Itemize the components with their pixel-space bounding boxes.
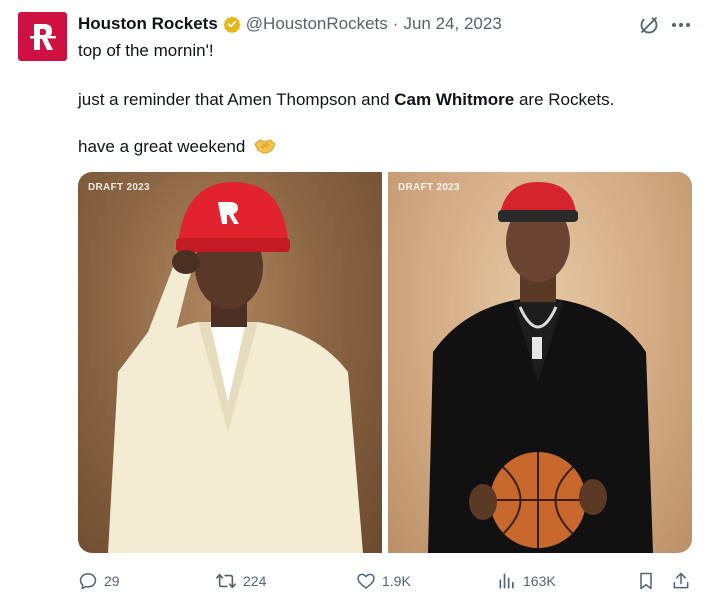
avatar[interactable] [18, 12, 67, 61]
reply-count: 29 [104, 573, 120, 589]
grok-icon[interactable] [638, 14, 660, 36]
tweet-text-bold: Cam Whitmore [394, 90, 515, 109]
draft-logo-label: DRAFT 2023 [398, 182, 460, 193]
like-count: 1.9K [382, 573, 411, 589]
handshake-emoji-icon [254, 137, 276, 161]
repost-count: 224 [243, 573, 267, 589]
rockets-logo-icon [29, 23, 56, 50]
bookmark-button[interactable] [636, 566, 662, 596]
action-bar: 29 224 1.9K 163K [0, 566, 708, 596]
analytics-icon [499, 573, 514, 589]
display-name[interactable]: Houston Rockets [78, 14, 218, 34]
heart-icon [357, 573, 375, 589]
post-date[interactable]: Jun 24, 2023 [403, 14, 501, 34]
handle[interactable]: @HoustonRockets [246, 14, 388, 34]
tweet[interactable]: Houston Rockets @HoustonRockets · Jun 24… [0, 0, 708, 598]
photo-cam-whitmore[interactable]: DRAFT 2023 [388, 172, 692, 553]
player-photo-icon [428, 182, 653, 553]
tweet-text-line-3: have a great weekend [78, 136, 276, 161]
reply-button[interactable]: 29 [78, 566, 120, 596]
tweet-header: Houston Rockets @HoustonRockets · Jun 24… [78, 13, 502, 35]
reply-icon [79, 573, 97, 590]
tweet-text-segment: just a reminder that Amen Thompson and [78, 90, 395, 109]
repost-button[interactable]: 224 [215, 566, 266, 596]
media-grid: DRAFT 2023 DRAFT 2023 [78, 172, 692, 553]
views-count: 163K [523, 573, 556, 589]
tweet-text-line-1: top of the mornin'! [78, 41, 214, 60]
share-icon [673, 572, 689, 589]
separator: · [392, 14, 399, 33]
views-button[interactable]: 163K [497, 566, 556, 596]
repost-icon [216, 573, 236, 589]
tweet-text-segment: are Rockets. [514, 90, 615, 109]
player-photo-icon [108, 182, 363, 553]
verified-badge-icon[interactable] [223, 15, 241, 33]
tweet-text-line-2: just a reminder that Amen Thompson and C… [78, 89, 614, 111]
bookmark-icon [640, 572, 652, 590]
draft-logo-label: DRAFT 2023 [88, 182, 150, 193]
like-button[interactable]: 1.9K [356, 566, 411, 596]
share-button[interactable] [671, 566, 697, 596]
photo-amen-thompson[interactable]: DRAFT 2023 [78, 172, 382, 553]
more-options-icon[interactable] [670, 14, 692, 36]
tweet-text-segment: have a great weekend [78, 137, 246, 156]
